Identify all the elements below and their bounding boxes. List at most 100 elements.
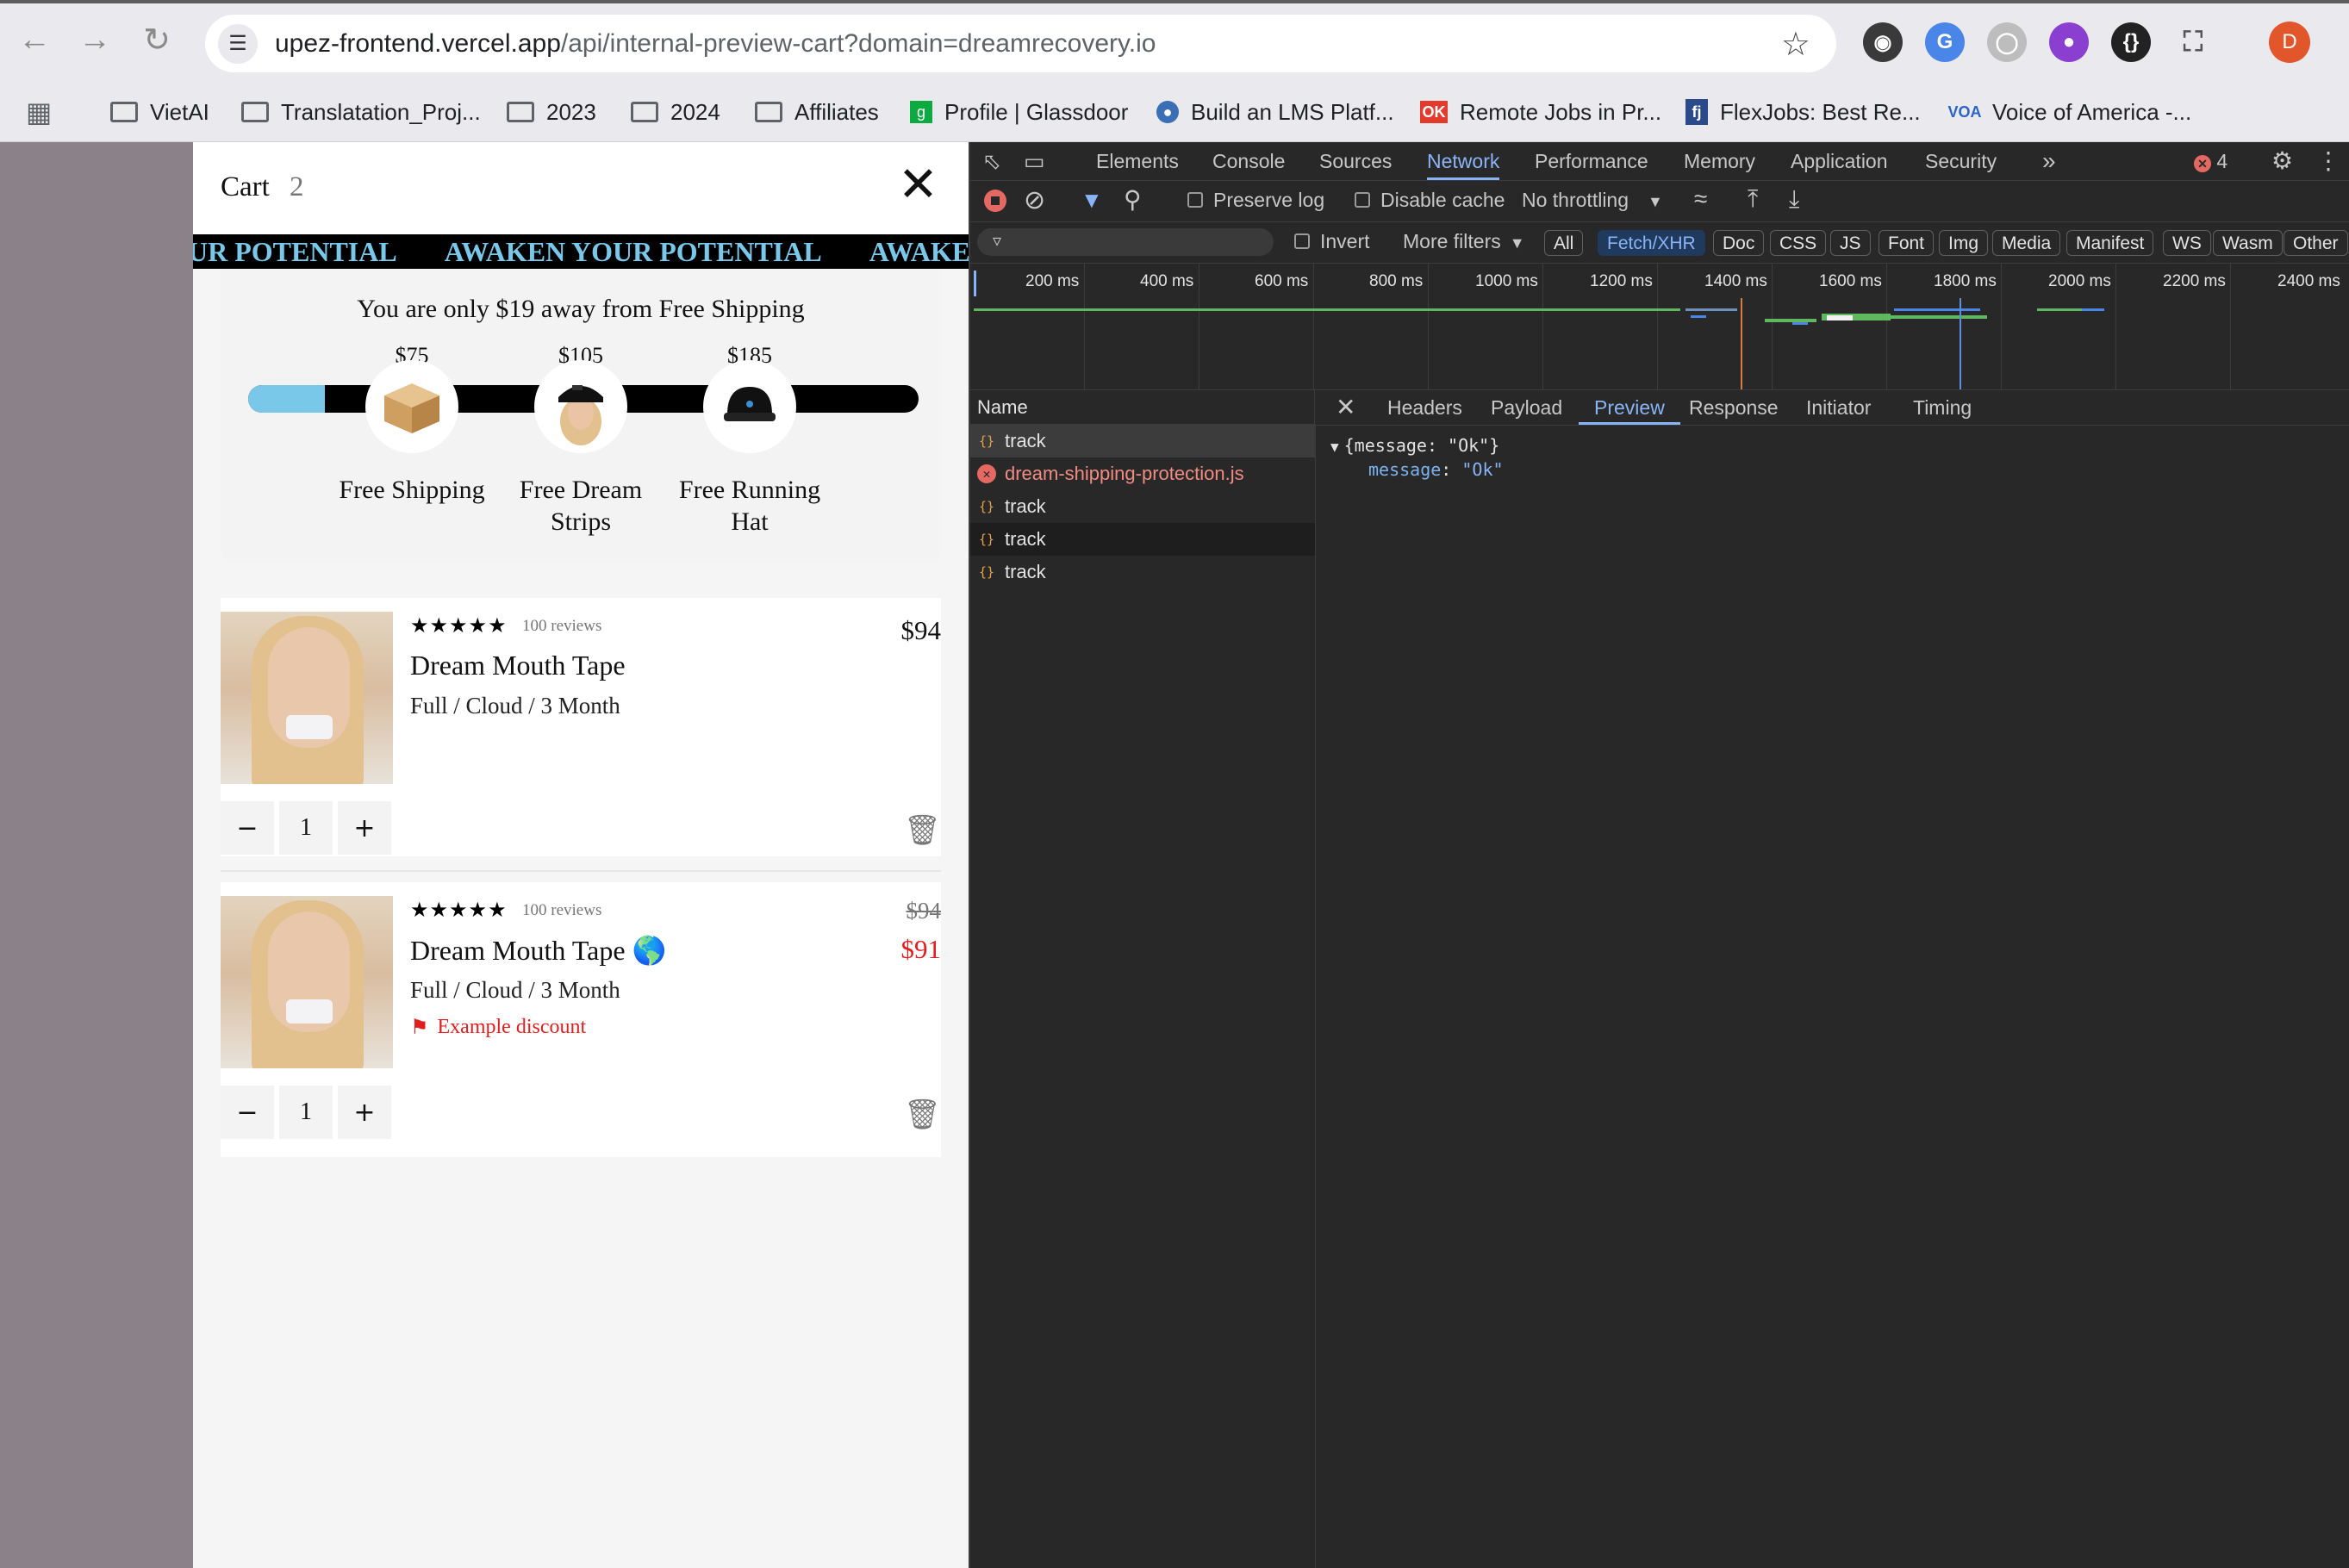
timeline-tick: 1400 ms [1704,272,1767,290]
product-image[interactable] [221,896,393,1068]
forward-button[interactable]: → [71,16,119,64]
request-row[interactable]: {} track [970,556,1315,588]
reload-button[interactable]: ↻ [133,16,181,64]
tab-console[interactable]: Console [1212,142,1285,180]
tab-sources[interactable]: Sources [1319,142,1392,180]
gray-extension-icon[interactable]: ◯ [1987,22,2027,62]
record-stop-icon[interactable] [984,190,1006,212]
site-info-icon[interactable]: ☰ [218,23,258,64]
request-row[interactable]: {} track [970,490,1315,523]
filter-wasm[interactable]: Wasm [2213,230,2283,256]
disable-cache-checkbox[interactable] [1355,192,1370,208]
network-conditions-icon[interactable]: ≈ [1694,185,1707,213]
network-overview-timeline[interactable]: 200 ms 400 ms 600 ms 800 ms 1000 ms 1200… [970,264,2349,390]
filter-other[interactable]: Other [2284,230,2348,256]
filter-fetch-xhr[interactable]: Fetch/XHR [1598,230,1705,256]
tab-security[interactable]: Security [1925,142,1997,180]
more-filters-dropdown[interactable]: More filters ▼ [1403,230,1525,253]
import-har-icon[interactable]: ⤒ [1748,185,1758,214]
tab-memory[interactable]: Memory [1684,142,1755,180]
translate-extension-icon[interactable]: G [1925,22,1965,62]
filter-all[interactable]: All [1544,230,1584,256]
export-har-icon[interactable]: ⤓ [1789,185,1799,214]
throttling-select[interactable]: No throttling ▼ [1522,189,1663,212]
chevron-down-icon: ▼ [1509,234,1525,252]
search-icon[interactable]: ⚲ [1124,185,1142,214]
quantity-value[interactable]: 1 [279,801,333,855]
bookmark-2024[interactable]: 2024 [631,82,720,142]
tab-preview[interactable]: Preview [1579,390,1680,425]
settings-gear-icon[interactable]: ⚙ [2271,142,2293,180]
bracket-extension-icon[interactable]: {} [2111,22,2151,62]
filter-ws[interactable]: WS [2163,230,2211,256]
decrease-quantity-button[interactable]: − [221,1086,274,1139]
disable-cache-label: Disable cache [1380,189,1505,211]
name-column-header[interactable]: Name [970,390,1315,425]
tab-headers[interactable]: Headers [1387,390,1462,425]
trash-icon[interactable]: 🗑 [904,813,941,848]
apps-grid-icon[interactable]: ▦ [26,82,52,142]
bookmark-vietai[interactable]: VietAI [110,82,209,142]
product-name[interactable]: Dream Mouth Tape 🌎 [410,934,666,967]
close-icon[interactable]: ✕ [898,161,938,209]
profile-avatar[interactable]: D [2269,22,2310,63]
bookmark-lms[interactable]: ● Build an LMS Platf... [1156,82,1394,142]
filter-doc[interactable]: Doc [1713,230,1765,256]
original-price: $94 [906,898,942,924]
bookmark-translation[interactable]: Translatation_Proj... [241,82,481,142]
bookmark-star-icon[interactable]: ☆ [1781,25,1810,64]
filter-media[interactable]: Media [1992,230,2061,256]
url-text[interactable]: upez-frontend.vercel.app/api/internal-pr… [275,29,1156,59]
filter-css[interactable]: CSS [1770,230,1827,256]
request-row[interactable]: ✕ dream-shipping-protection.js [970,457,1315,490]
tab-response[interactable]: Response [1689,390,1779,425]
quantity-value[interactable]: 1 [279,1086,333,1139]
error-badge[interactable]: ✕ 4 [2194,142,2228,180]
tab-payload[interactable]: Payload [1491,390,1562,425]
filter-img[interactable]: Img [1939,230,1989,256]
filter-js[interactable]: JS [1830,230,1871,256]
kebab-menu-icon[interactable]: ⋮ [2316,142,2340,180]
increase-quantity-button[interactable]: + [338,801,391,855]
preserve-log-checkbox[interactable] [1187,192,1203,208]
json-root-row[interactable]: ▼ {message: "Ok"} [1330,435,1499,456]
request-row[interactable]: {} track [970,425,1315,457]
filter-toggle-icon[interactable]: ▼ [1081,187,1103,214]
tab-elements[interactable]: Elements [1096,142,1179,180]
decrease-quantity-button[interactable]: − [221,801,274,855]
increase-quantity-button[interactable]: + [338,1086,391,1139]
more-tabs-icon[interactable]: » [2042,142,2056,180]
clear-icon[interactable]: ⊘ [1024,185,1045,215]
network-toolbar: ⊘ ▼ ⚲ Preserve log Disable cache No thro… [970,180,2349,222]
filter-input[interactable]: ▿ [977,228,1274,256]
product-image[interactable] [221,612,393,784]
close-detail-icon[interactable]: ✕ [1336,390,1355,425]
invert-checkbox[interactable] [1294,233,1310,249]
bookmark-2023[interactable]: 2023 [507,82,596,142]
bookmark-voa[interactable]: VOA Voice of America -... [1948,82,2192,142]
back-button[interactable]: ← [10,16,59,64]
bookmark-remote-jobs[interactable]: OK Remote Jobs in Pr... [1420,82,1661,142]
tab-initiator[interactable]: Initiator [1806,390,1871,425]
tab-application[interactable]: Application [1791,142,1888,180]
tab-performance[interactable]: Performance [1535,142,1648,180]
inspect-element-icon[interactable]: ⬁ [982,142,1001,180]
tab-timing[interactable]: Timing [1913,390,1972,425]
address-bar[interactable]: ☰ upez-frontend.vercel.app/api/internal-… [205,15,1836,72]
spy-extension-icon[interactable]: ◉ [1863,22,1903,62]
filter-manifest[interactable]: Manifest [2066,230,2154,256]
device-toolbar-icon[interactable]: ▭ [1024,142,1045,180]
puzzle-extensions-icon[interactable]: ⛶ [2173,22,2213,62]
bookmark-glassdoor[interactable]: g Profile | Glassdoor [910,82,1128,142]
expand-triangle-icon[interactable]: ▼ [1330,439,1339,455]
bookmark-affiliates[interactable]: Affiliates [755,82,879,142]
tab-network[interactable]: Network [1427,142,1500,180]
url-path: /api/internal-preview-cart?domain=dreamr… [560,28,1156,58]
purple-extension-icon[interactable]: ● [2049,22,2089,62]
request-row[interactable]: {} track [970,523,1315,556]
product-name[interactable]: Dream Mouth Tape [410,650,626,681]
bookmark-flexjobs[interactable]: fj FlexJobs: Best Re... [1685,82,1921,142]
filter-font[interactable]: Font [1879,230,1935,256]
trash-icon[interactable]: 🗑 [904,1098,941,1132]
page-overlay[interactable] [0,142,193,1568]
